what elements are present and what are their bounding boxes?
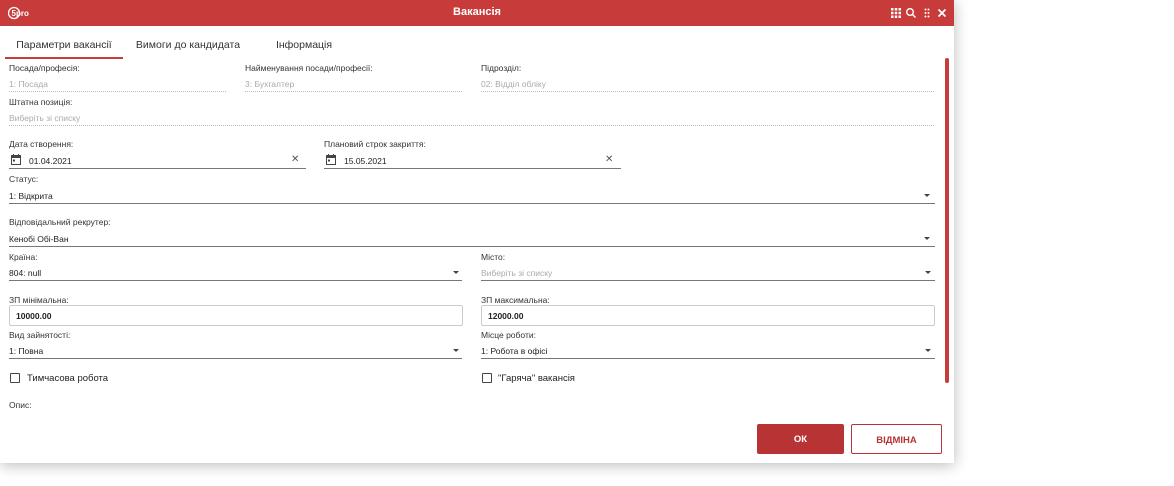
employment-type-select[interactable]: 1: Повна: [9, 345, 462, 359]
recruiter-label: Відповідальний рекрутер:: [9, 217, 111, 227]
planned-close-label: Плановий строк закриття:: [324, 139, 426, 149]
employment-type-value: 1: Повна: [9, 346, 44, 356]
country-value: 804: null: [9, 268, 42, 278]
recruiter-value: Кенобі Обі-Ван: [9, 234, 69, 244]
vacancy-dialog: 5pro Вакансія Параметри вакансії Вимоги …: [0, 0, 954, 463]
city-select[interactable]: Виберіть зі списку: [481, 267, 935, 281]
chevron-down-icon[interactable]: [924, 194, 930, 197]
cancel-button[interactable]: ВІДМІНА: [851, 424, 942, 454]
staff-position-label: Штатна позиція:: [9, 97, 73, 107]
planned-close-value: 15.05.2021: [344, 156, 387, 166]
dialog-title: Вакансія: [453, 6, 501, 18]
chevron-down-icon[interactable]: [453, 271, 459, 274]
calendar-icon[interactable]: [11, 154, 21, 165]
hot-vacancy-checkbox[interactable]: [482, 373, 492, 383]
work-place-select[interactable]: 1: Робота в офісі: [481, 345, 935, 359]
position-name-field[interactable]: 3: Бухгалтер: [245, 78, 462, 92]
recruiter-select[interactable]: Кенобі Обі-Ван: [9, 233, 935, 247]
planned-close-field[interactable]: 15.05.2021 ✕: [324, 154, 621, 169]
chevron-down-icon[interactable]: [453, 349, 459, 352]
ok-button[interactable]: ОК: [757, 424, 844, 454]
salary-min-input[interactable]: 10000.00: [9, 305, 463, 326]
search-icon[interactable]: [904, 6, 918, 20]
position-label: Посада/професія:: [9, 63, 80, 73]
staff-position-field[interactable]: Виберіть зі списку: [9, 112, 934, 126]
hot-vacancy-checkbox-label: "Гаряча" вакансія: [498, 373, 575, 384]
department-field[interactable]: 02: Відділ обліку: [481, 78, 934, 92]
temporary-checkbox-label: Тимчасова робота: [27, 373, 109, 384]
description-label: Опис:: [9, 400, 32, 410]
country-label: Країна:: [9, 252, 38, 262]
chevron-down-icon[interactable]: [925, 349, 931, 352]
calendar-icon[interactable]: [326, 154, 336, 165]
created-date-label: Дата створення:: [9, 139, 74, 149]
more-vert-icon[interactable]: [920, 6, 934, 20]
chevron-down-icon[interactable]: [925, 271, 931, 274]
clear-icon[interactable]: ✕: [605, 154, 613, 165]
position-name-value: 3: Бухгалтер: [245, 79, 295, 89]
work-place-value: 1: Робота в офісі: [481, 346, 548, 356]
tab-information[interactable]: Інформація: [263, 32, 345, 58]
chevron-down-icon[interactable]: [924, 237, 930, 240]
department-label: Підрозділ:: [481, 63, 522, 73]
salary-max-input[interactable]: 12000.00: [481, 305, 935, 326]
position-value: 1: Посада: [9, 79, 48, 89]
status-select[interactable]: 1: Відкрита: [9, 190, 935, 204]
created-date-field[interactable]: 01.04.2021 ✕: [9, 154, 306, 169]
salary-max-label: ЗП максимальна:: [481, 295, 550, 305]
country-select[interactable]: 804: null: [9, 267, 462, 281]
position-field[interactable]: 1: Посада: [9, 78, 226, 92]
salary-min-label: ЗП мінімальна:: [9, 295, 69, 305]
created-date-value: 01.04.2021: [29, 156, 72, 166]
tab-candidate-requirements[interactable]: Вимоги до кандидата: [128, 32, 248, 58]
title-bar: 5pro Вакансія: [0, 0, 954, 26]
employment-type-label: Вид зайнятості:: [9, 330, 71, 340]
status-label: Статус:: [9, 174, 39, 184]
staff-position-placeholder: Виберіть зі списку: [9, 113, 81, 123]
temporary-checkbox[interactable]: [10, 373, 20, 383]
city-placeholder: Виберіть зі списку: [481, 268, 553, 278]
work-place-label: Місце роботи:: [481, 330, 536, 340]
tab-vacancy-params[interactable]: Параметри вакансії: [5, 32, 123, 59]
grid-icon[interactable]: [889, 6, 903, 20]
tab-bar: Параметри вакансії Вимоги до кандидата І…: [0, 32, 954, 59]
city-label: Місто:: [481, 252, 506, 262]
close-icon[interactable]: [935, 6, 949, 20]
status-value: 1: Відкрита: [9, 191, 53, 201]
scrollbar[interactable]: [945, 58, 949, 383]
clear-icon[interactable]: ✕: [291, 154, 299, 165]
department-value: 02: Відділ обліку: [481, 79, 546, 89]
position-name-label: Найменування посади/професії:: [245, 63, 373, 73]
